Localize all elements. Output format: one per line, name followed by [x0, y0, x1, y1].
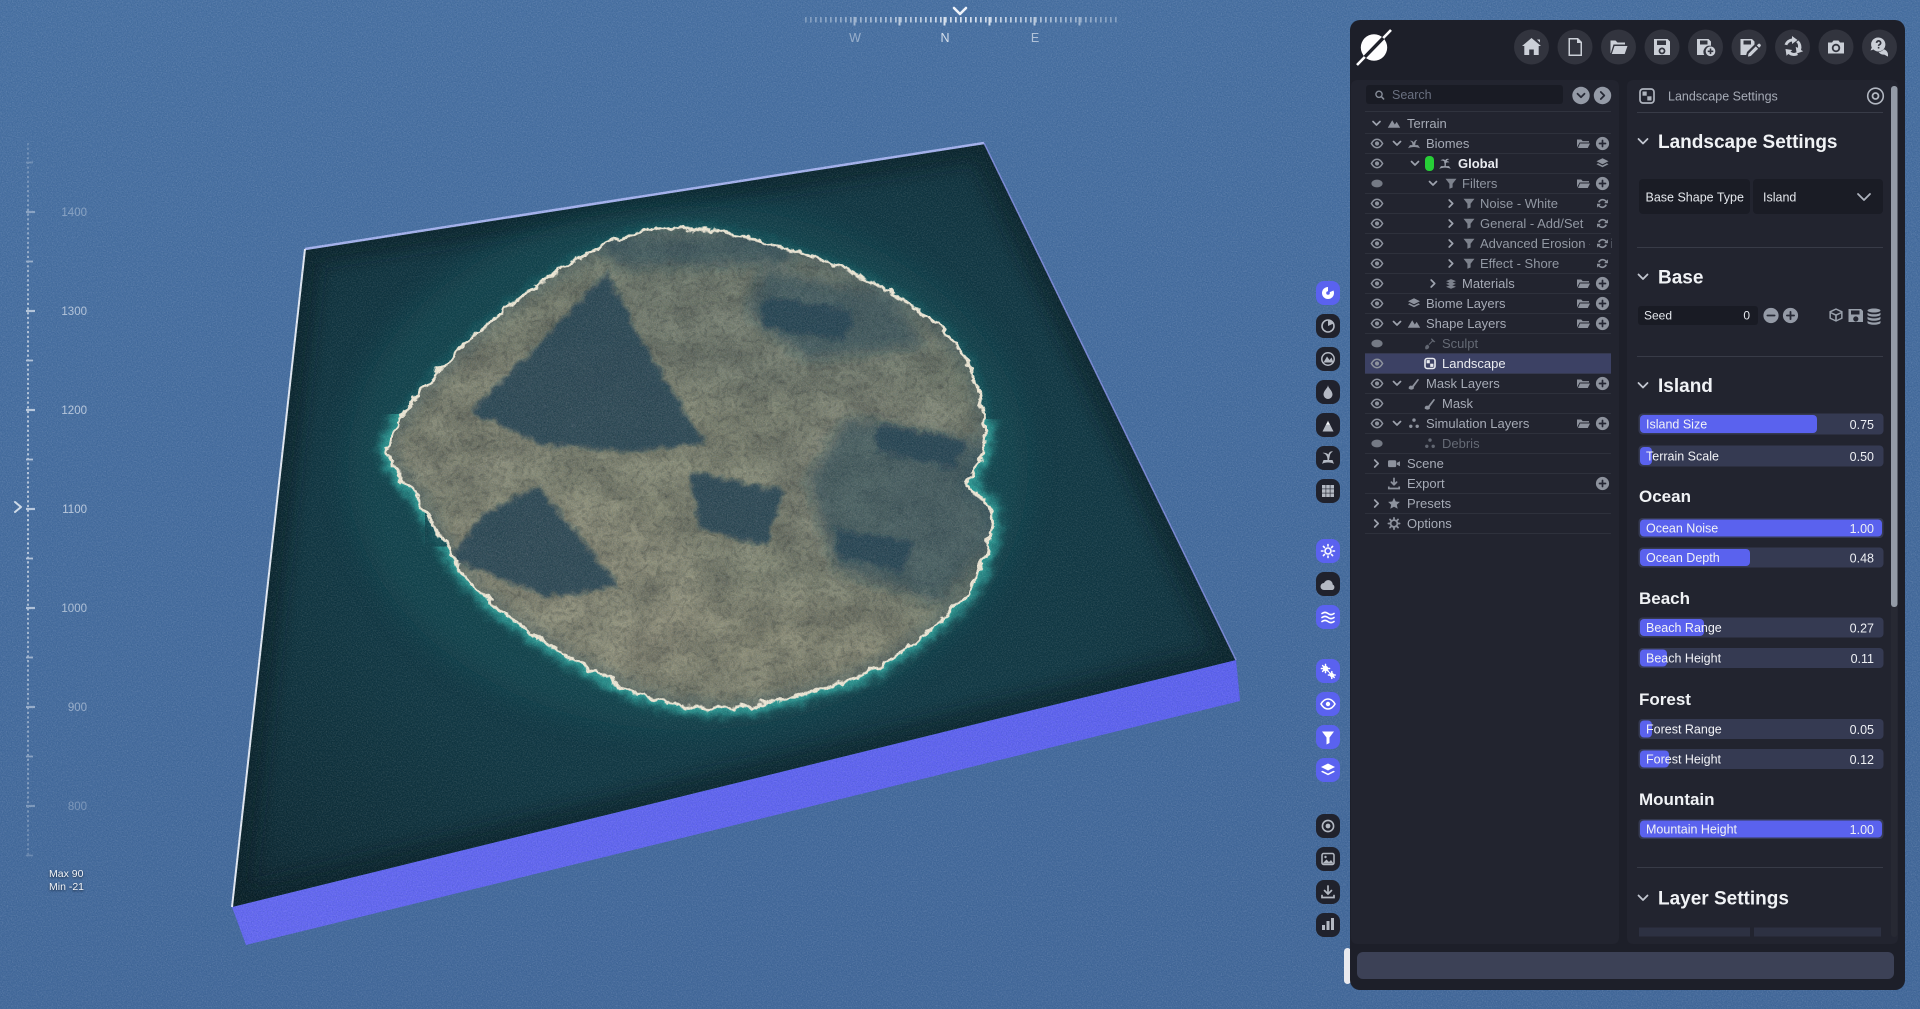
- svg-text:Landscape Settings: Landscape Settings: [1658, 132, 1838, 153]
- svg-text:Ocean Depth: Ocean Depth: [1646, 551, 1720, 565]
- svg-text:Ocean: Ocean: [1639, 487, 1691, 506]
- svg-text:Base Shape Type: Base Shape Type: [1646, 191, 1745, 205]
- svg-text:1.00: 1.00: [1850, 823, 1874, 837]
- svg-text:Layer Settings: Layer Settings: [1658, 889, 1789, 910]
- svg-text:Landscape Settings: Landscape Settings: [1668, 90, 1778, 104]
- svg-text:Island Size: Island Size: [1646, 418, 1707, 432]
- svg-text:Forest Range: Forest Range: [1646, 723, 1722, 737]
- svg-text:Beach Range: Beach Range: [1646, 621, 1722, 635]
- svg-text:Island: Island: [1763, 191, 1796, 205]
- svg-text:Forest Height: Forest Height: [1646, 753, 1722, 767]
- svg-text:Mountain Height: Mountain Height: [1646, 823, 1738, 837]
- svg-text:Mountain: Mountain: [1639, 790, 1715, 809]
- svg-text:0.12: 0.12: [1850, 753, 1874, 767]
- svg-text:Ocean Noise: Ocean Noise: [1646, 522, 1718, 536]
- svg-text:Forest: Forest: [1639, 690, 1691, 709]
- svg-text:Beach: Beach: [1639, 589, 1690, 608]
- svg-text:Base: Base: [1658, 268, 1703, 289]
- svg-text:1.00: 1.00: [1850, 522, 1874, 536]
- svg-text:0.50: 0.50: [1850, 450, 1874, 464]
- svg-text:Terrain Scale: Terrain Scale: [1646, 450, 1719, 464]
- svg-text:0.48: 0.48: [1850, 552, 1874, 566]
- svg-text:Seed: Seed: [1644, 309, 1672, 323]
- svg-text:0.27: 0.27: [1850, 622, 1874, 636]
- svg-text:Island: Island: [1658, 376, 1713, 397]
- svg-text:0.05: 0.05: [1850, 723, 1874, 737]
- svg-text:Beach Height: Beach Height: [1646, 652, 1722, 666]
- svg-text:0.75: 0.75: [1850, 418, 1874, 432]
- svg-text:0.11: 0.11: [1851, 652, 1874, 666]
- svg-text:0: 0: [1743, 309, 1750, 323]
